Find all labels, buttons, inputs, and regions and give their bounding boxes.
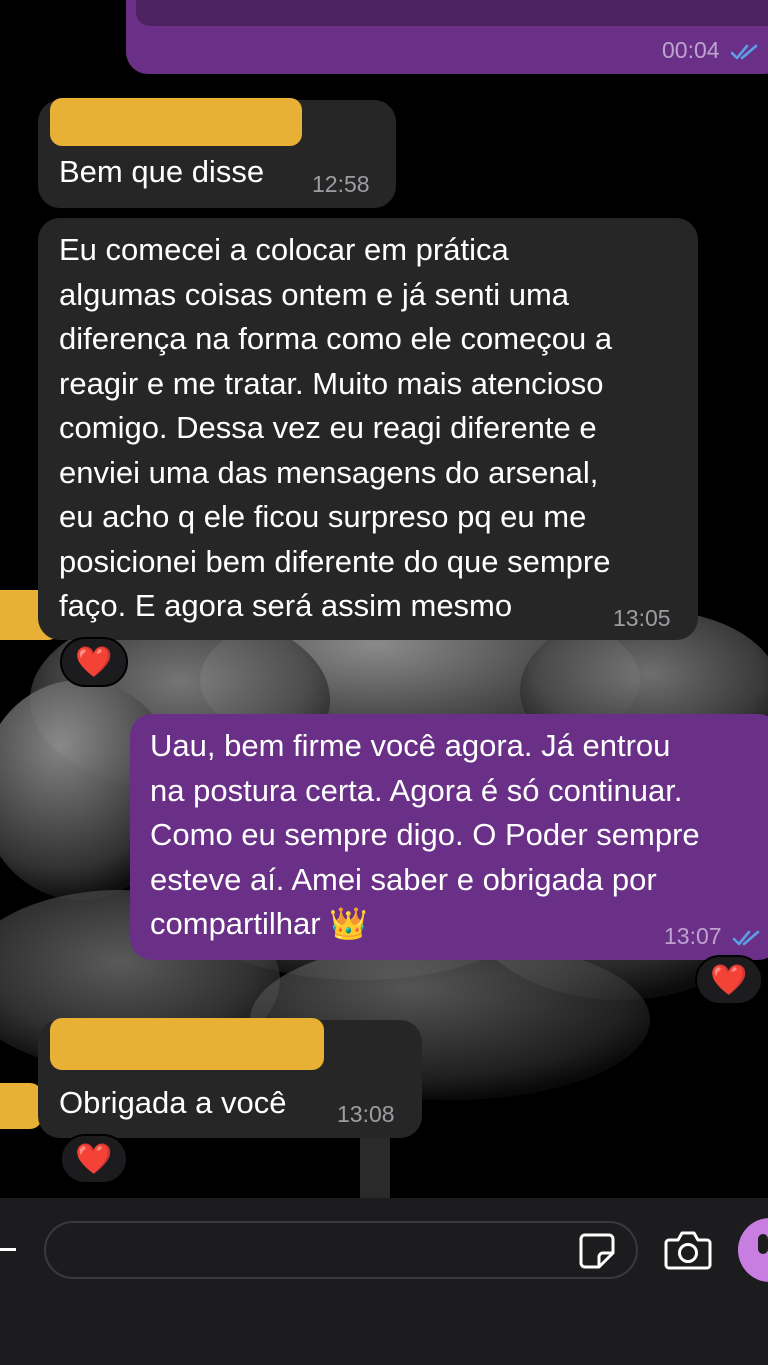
message-input[interactable] bbox=[44, 1221, 638, 1279]
message-bubble-outgoing[interactable]: 00:04 bbox=[126, 0, 768, 74]
heart-reaction-icon[interactable]: ❤️ bbox=[695, 955, 763, 1005]
message-bubble-incoming[interactable]: Obrigada a você 13:08 bbox=[38, 1018, 422, 1138]
message-bubble-outgoing[interactable]: Uau, bem firme você agora. Já entrou na … bbox=[130, 714, 768, 960]
plus-icon[interactable] bbox=[0, 1236, 20, 1262]
quoted-content bbox=[136, 0, 768, 26]
message-time: 13:05 bbox=[613, 605, 671, 631]
message-text: Bem que disse bbox=[59, 154, 265, 189]
heart-reaction-icon[interactable]: ❤️ bbox=[60, 637, 128, 687]
sticker-icon[interactable] bbox=[577, 1231, 617, 1271]
message-time: 13:08 bbox=[337, 1101, 395, 1127]
message-text: Obrigada a você bbox=[59, 1085, 287, 1120]
double-check-icon bbox=[730, 44, 758, 60]
message-time: 12:58 bbox=[312, 171, 370, 197]
heart-reaction-icon[interactable]: ❤️ bbox=[60, 1134, 128, 1184]
message-bubble-incoming[interactable]: Bem que disse 12:58 bbox=[38, 98, 396, 208]
message-bubble-incoming[interactable]: Eu comecei a colocar em prática algumas … bbox=[38, 218, 698, 640]
double-check-icon bbox=[732, 930, 760, 946]
message-time: 00:04 bbox=[662, 39, 762, 62]
message-time: 13:07 bbox=[664, 925, 764, 948]
camera-icon[interactable] bbox=[663, 1228, 713, 1272]
message-text: Uau, bem firme você agora. Já entrou na … bbox=[150, 728, 700, 941]
redacted-sender-name bbox=[50, 98, 302, 146]
redacted-avatar bbox=[0, 1083, 42, 1129]
microphone-icon bbox=[758, 1234, 768, 1254]
redacted-sender-name bbox=[50, 1018, 324, 1070]
message-text: Eu comecei a colocar em prática algumas … bbox=[59, 232, 613, 623]
